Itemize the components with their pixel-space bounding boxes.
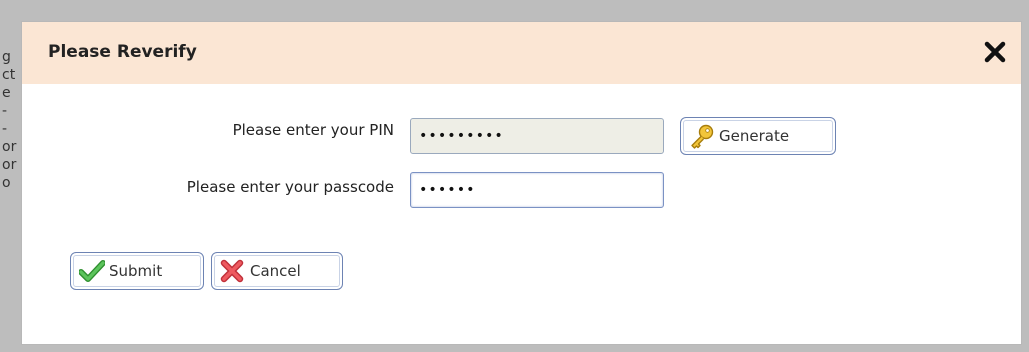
- background-fragment: g: [2, 49, 11, 65]
- generate-button[interactable]: Generate: [680, 117, 836, 155]
- dialog-header: Please Reverify: [22, 22, 1021, 84]
- background-fragment: or: [2, 157, 17, 173]
- passcode-label: Please enter your passcode: [186, 178, 394, 196]
- cancel-button[interactable]: Cancel: [211, 252, 343, 290]
- reverify-dialog: Please Reverify Please enter your PIN Ge…: [22, 22, 1021, 344]
- generate-button-label: Generate: [719, 127, 790, 145]
- cancel-button-label: Cancel: [250, 262, 301, 280]
- background-fragment: e: [2, 85, 11, 101]
- key-icon: [689, 124, 714, 149]
- pin-field[interactable]: [410, 118, 664, 154]
- pin-label: Please enter your PIN: [232, 121, 394, 139]
- x-cancel-icon: [220, 259, 244, 283]
- pin-row: Please enter your PIN Generate: [22, 117, 1021, 155]
- submit-button[interactable]: Submit: [70, 252, 204, 290]
- checkmark-icon: [79, 259, 105, 283]
- submit-button-label: Submit: [109, 262, 163, 280]
- close-icon[interactable]: [981, 38, 1009, 66]
- background-fragment: o: [2, 175, 11, 191]
- background-fragment: -: [2, 121, 8, 137]
- passcode-row: Please enter your passcode: [22, 172, 1021, 208]
- background-fragment: -: [2, 103, 8, 119]
- passcode-field[interactable]: [410, 172, 664, 208]
- background-fragment: or: [2, 139, 17, 155]
- dialog-title: Please Reverify: [48, 42, 197, 62]
- background-text-fragments: g ct e - - or or o: [2, 48, 22, 192]
- background-fragment: ct: [2, 67, 16, 83]
